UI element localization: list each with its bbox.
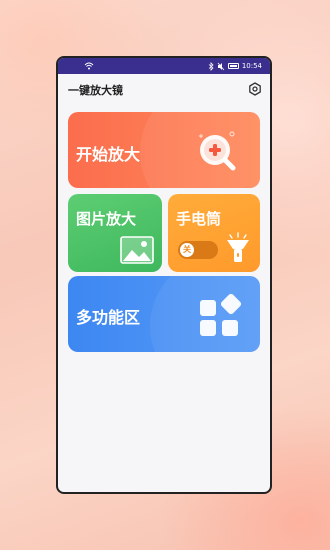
wifi-icon [84, 62, 94, 70]
status-bar: 10:54 [58, 58, 270, 74]
status-right-group: 10:54 [208, 61, 262, 71]
app-header: 一键放大镜 [58, 74, 270, 104]
battery-level [229, 65, 237, 67]
battery-icon [227, 63, 239, 69]
flashlight-icon [227, 232, 249, 262]
status-time: 10:54 [241, 62, 262, 70]
apps-grid-icon [200, 294, 242, 336]
start-magnify-card[interactable]: 开始放大 [68, 112, 260, 188]
phone-screen: 10:54 一键放大镜 开始放大 图片放大 手电筒 关 多功能区 [58, 58, 270, 492]
multi-function-card[interactable]: 多功能区 [68, 276, 260, 352]
bluetooth-icon [208, 61, 214, 71]
start-magnify-label: 开始放大 [76, 145, 141, 164]
flashlight-label: 手电筒 [176, 210, 222, 228]
magnifier-plus-icon [199, 131, 236, 171]
image-magnify-card[interactable]: 图片放大 [68, 194, 162, 272]
flashlight-toggle[interactable]: 关 [178, 241, 218, 259]
image-icon [120, 236, 154, 264]
settings-icon[interactable] [248, 82, 262, 96]
multi-function-label: 多功能区 [76, 308, 141, 327]
app-title: 一键放大镜 [68, 84, 123, 97]
flashlight-toggle-knob: 关 [180, 243, 194, 257]
mute-icon [217, 62, 225, 70]
phone-frame: 10:54 一键放大镜 开始放大 图片放大 手电筒 关 多功能区 [56, 56, 272, 494]
flashlight-card[interactable]: 手电筒 关 [168, 194, 260, 272]
image-magnify-label: 图片放大 [76, 210, 137, 228]
